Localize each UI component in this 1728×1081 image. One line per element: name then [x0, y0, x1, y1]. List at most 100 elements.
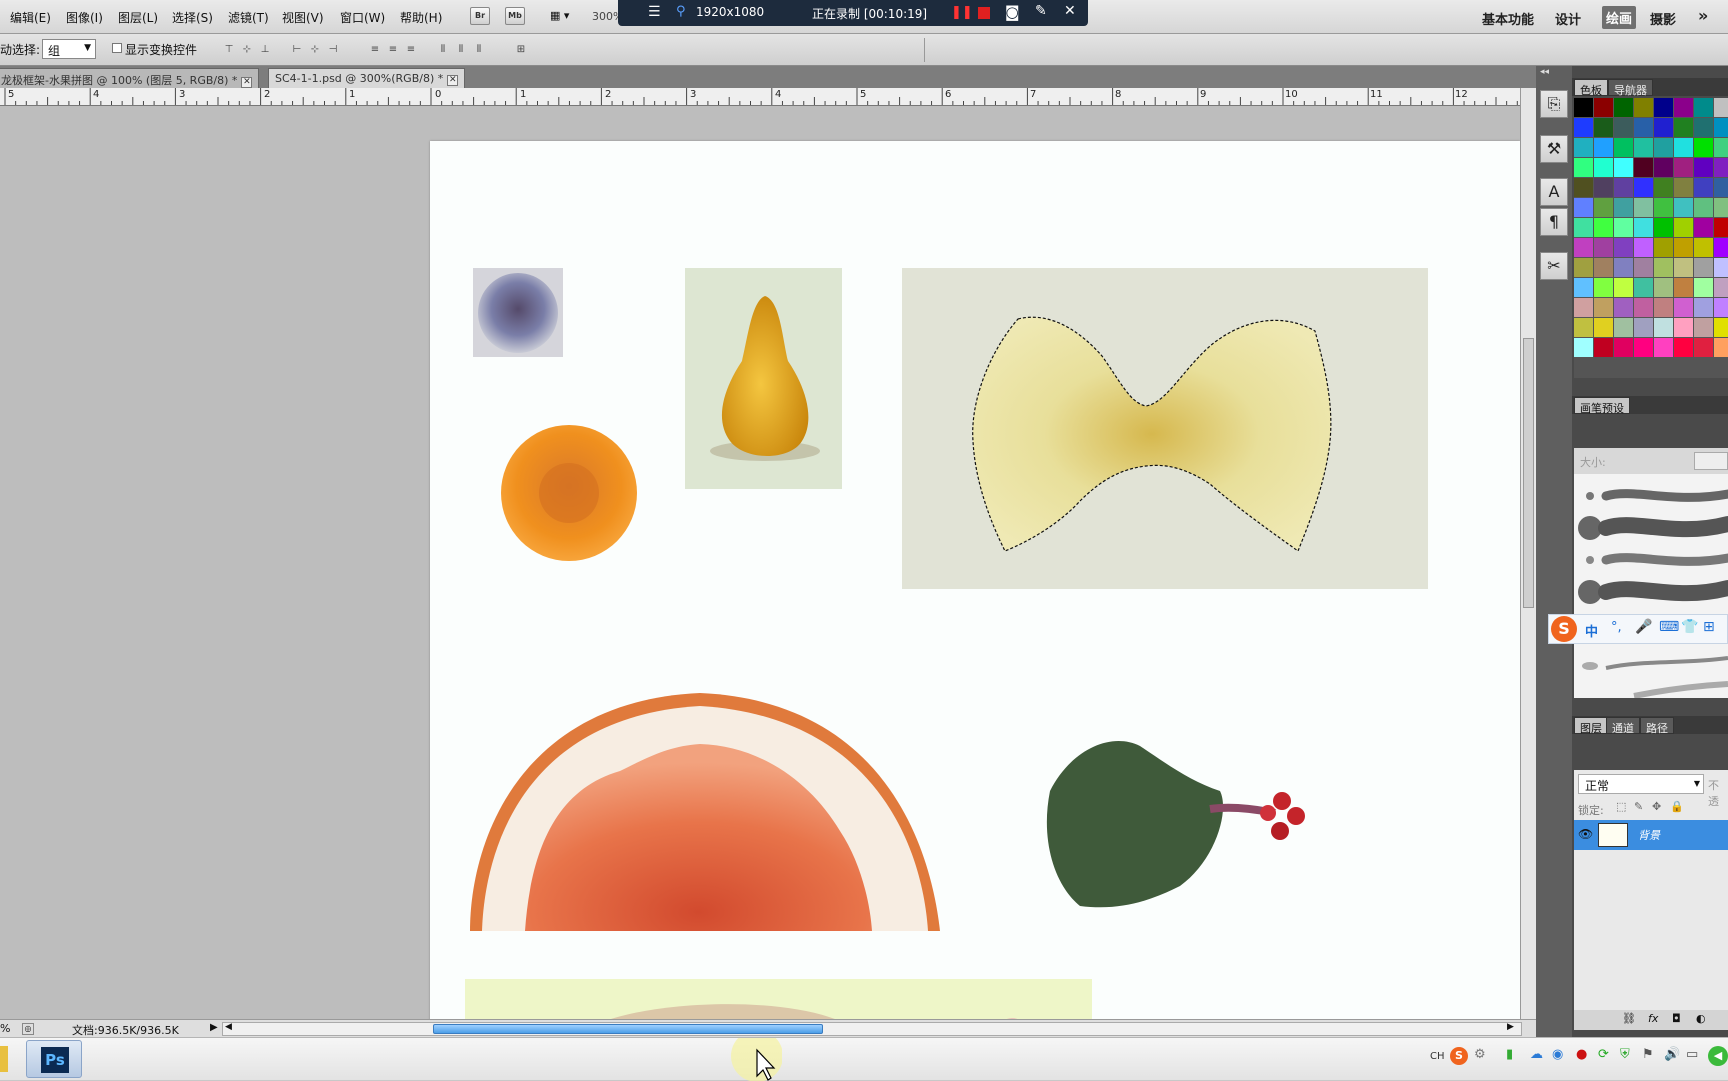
color-swatch[interactable]: [1574, 298, 1593, 317]
color-swatch[interactable]: [1614, 118, 1633, 137]
color-swatch[interactable]: [1654, 258, 1673, 277]
lock-transparent-icon[interactable]: ⬚: [1616, 800, 1626, 813]
close-icon[interactable]: ✕: [447, 75, 459, 86]
color-swatch[interactable]: [1634, 258, 1653, 277]
color-swatch[interactable]: [1574, 238, 1593, 257]
color-swatch[interactable]: [1574, 158, 1593, 177]
color-swatch[interactable]: [1694, 138, 1713, 157]
color-swatch[interactable]: [1594, 158, 1613, 177]
color-swatch[interactable]: [1674, 138, 1693, 157]
color-swatch[interactable]: [1694, 298, 1713, 317]
color-swatch[interactable]: [1714, 158, 1728, 177]
color-swatch[interactable]: [1594, 118, 1613, 137]
color-swatch[interactable]: [1714, 338, 1728, 357]
network-icon[interactable]: ◉: [1552, 1047, 1563, 1062]
color-swatch[interactable]: [1654, 338, 1673, 357]
align-left-icon[interactable]: ⊢: [290, 43, 304, 57]
color-swatch[interactable]: [1674, 118, 1693, 137]
menu-image[interactable]: 图像(I): [66, 9, 103, 26]
sogou-tray-icon[interactable]: S: [1450, 1047, 1468, 1065]
status-info-icon[interactable]: ◎: [22, 1023, 34, 1035]
display-icon[interactable]: ▭: [1686, 1047, 1698, 1062]
pause-icon[interactable]: ❚❚: [951, 5, 973, 20]
align-top-icon[interactable]: ⊤: [222, 43, 236, 57]
color-swatch[interactable]: [1714, 218, 1728, 237]
input-language[interactable]: CH: [1430, 1051, 1445, 1062]
color-swatch[interactable]: [1594, 338, 1613, 357]
menu-window[interactable]: 窗口(W): [340, 9, 385, 26]
color-swatch[interactable]: [1714, 278, 1728, 297]
color-swatch[interactable]: [1694, 318, 1713, 337]
tab-paths[interactable]: 路径: [1640, 717, 1674, 735]
color-swatch[interactable]: [1714, 238, 1728, 257]
color-swatch[interactable]: [1694, 278, 1713, 297]
workspace-photography[interactable]: 摄影: [1650, 9, 1676, 28]
distribute-right-icon[interactable]: ⫴: [472, 43, 486, 57]
color-swatch[interactable]: [1594, 238, 1613, 257]
color-swatch[interactable]: [1614, 258, 1633, 277]
scroll-right-icon[interactable]: ▶: [1507, 1022, 1514, 1032]
tab-fruit-puzzle[interactable]: 龙极框架-水果拼图 @ 100% (图层 5, RGB/8) * ✕: [0, 68, 260, 88]
tab-navigator[interactable]: 导航器: [1608, 79, 1653, 97]
distribute-left-icon[interactable]: ⫴: [436, 43, 450, 57]
color-swatch[interactable]: [1674, 218, 1693, 237]
skin-icon[interactable]: 👕: [1681, 619, 1698, 635]
color-swatch[interactable]: [1714, 118, 1728, 137]
collapse-icon[interactable]: ◂◂: [1540, 67, 1549, 77]
align-bottom-icon[interactable]: ⊥: [258, 43, 272, 57]
color-swatch[interactable]: [1574, 218, 1593, 237]
color-swatch[interactable]: [1574, 198, 1593, 217]
color-swatch[interactable]: [1614, 138, 1633, 157]
color-swatch[interactable]: [1634, 138, 1653, 157]
mini-bridge-button[interactable]: Mb: [505, 7, 525, 25]
color-swatch[interactable]: [1674, 198, 1693, 217]
color-swatch[interactable]: [1714, 318, 1728, 337]
menu-help[interactable]: 帮助(H): [400, 9, 442, 26]
color-swatch[interactable]: [1574, 318, 1593, 337]
color-swatch[interactable]: [1574, 178, 1593, 197]
color-swatch[interactable]: [1574, 118, 1593, 137]
menu-filter[interactable]: 滤镜(T): [228, 9, 269, 26]
actions-icon[interactable]: ⚒: [1540, 135, 1568, 163]
color-swatch[interactable]: [1614, 278, 1633, 297]
color-swatch[interactable]: [1674, 238, 1693, 257]
ime-mode-label[interactable]: 中: [1585, 621, 1598, 640]
color-swatch[interactable]: [1654, 138, 1673, 157]
align-right-icon[interactable]: ⊣: [326, 43, 340, 57]
vertical-scroll-thumb[interactable]: [1523, 338, 1534, 608]
status-zoom[interactable]: %: [0, 1022, 10, 1035]
workspace-painting[interactable]: 绘画: [1602, 6, 1637, 29]
tab-swatches[interactable]: 色板: [1574, 79, 1608, 97]
menu-icon[interactable]: ☰: [648, 4, 661, 20]
color-swatch[interactable]: [1694, 178, 1713, 197]
color-swatch[interactable]: [1654, 298, 1673, 317]
color-swatch[interactable]: [1614, 178, 1633, 197]
color-swatch[interactable]: [1614, 238, 1633, 257]
color-swatch[interactable]: [1634, 218, 1653, 237]
color-swatch[interactable]: [1634, 318, 1653, 337]
stop-icon[interactable]: [978, 7, 990, 19]
color-swatch[interactable]: [1654, 238, 1673, 257]
fx-icon[interactable]: fx: [1648, 1012, 1658, 1025]
document-canvas[interactable]: [430, 141, 1520, 1019]
color-swatch[interactable]: [1594, 318, 1613, 337]
color-swatch[interactable]: [1574, 278, 1593, 297]
color-swatch[interactable]: [1594, 278, 1613, 297]
color-swatch[interactable]: [1654, 98, 1673, 117]
play-icon[interactable]: ▶: [210, 1022, 218, 1033]
paragraph-icon[interactable]: ¶: [1540, 208, 1568, 236]
vertical-scrollbar[interactable]: [1520, 88, 1536, 1019]
layer-name[interactable]: 背景: [1638, 827, 1660, 843]
color-swatch[interactable]: [1694, 98, 1713, 117]
color-swatch[interactable]: [1694, 198, 1713, 217]
green-app-icon[interactable]: ◀: [1708, 1046, 1728, 1066]
folder-icon[interactable]: [0, 1046, 8, 1072]
color-swatch[interactable]: [1614, 98, 1633, 117]
color-swatch[interactable]: [1694, 218, 1713, 237]
lock-pixels-icon[interactable]: ✎: [1634, 800, 1643, 813]
align-hcenter-icon[interactable]: ⊹: [308, 43, 322, 57]
bridge-button[interactable]: Br: [470, 7, 490, 25]
battery-icon[interactable]: ▮: [1506, 1047, 1513, 1062]
color-swatch[interactable]: [1714, 198, 1728, 217]
horizontal-scroll-thumb[interactable]: [433, 1024, 823, 1034]
